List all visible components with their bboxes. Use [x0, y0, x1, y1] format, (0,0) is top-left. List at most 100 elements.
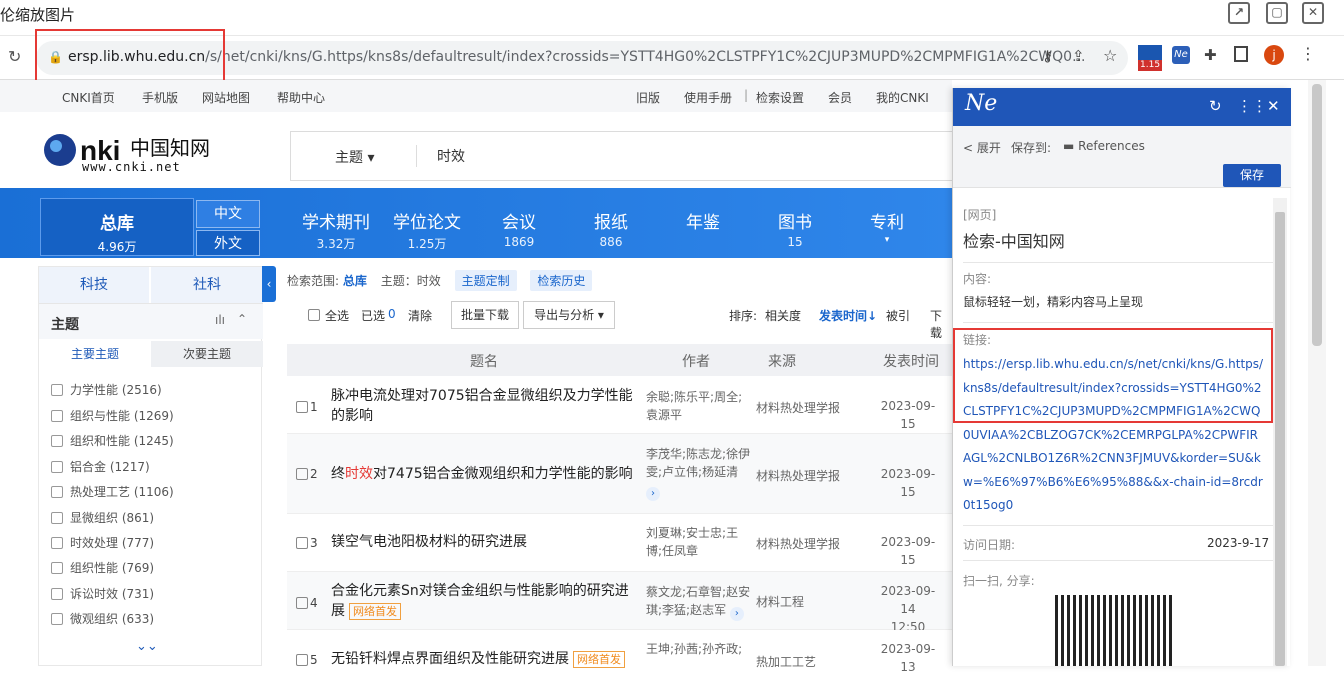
- reload-icon[interactable]: ↻: [8, 47, 21, 66]
- bookmark-star-icon[interactable]: ☆: [1103, 46, 1117, 65]
- link-search-settings[interactable]: 检索设置: [756, 89, 804, 106]
- link-member[interactable]: 会员: [828, 89, 852, 106]
- facet-item[interactable]: 铝合金 (1217): [51, 458, 150, 475]
- item-title[interactable]: 检索-中国知网: [963, 228, 1065, 252]
- save-button[interactable]: 保存: [1223, 164, 1281, 187]
- popout-icon[interactable]: ↗: [1228, 2, 1250, 24]
- tab-science[interactable]: 科技: [39, 267, 151, 303]
- search-field-select[interactable]: 主题 ▾: [335, 147, 374, 167]
- ne-extension-icon[interactable]: Ne: [1172, 46, 1190, 64]
- facet-topic-header[interactable]: 主题 ılı ⌃: [39, 303, 263, 339]
- facet-item[interactable]: 时效处理 (777): [51, 534, 154, 551]
- scope-db[interactable]: 总库: [343, 274, 367, 288]
- expand-link[interactable]: < 展开: [963, 139, 1001, 156]
- row-author[interactable]: 李茂华;陈志龙;徐伊雯;卢立伟;杨延清 ›: [646, 445, 754, 501]
- link-my-cnki[interactable]: 我的CNKI: [876, 89, 929, 106]
- facet-item[interactable]: 力学性能 (2516): [51, 381, 162, 398]
- clear-link[interactable]: 清除: [408, 307, 432, 324]
- facet-item[interactable]: 微观组织 (633): [51, 610, 154, 627]
- folder-select[interactable]: ▬ References: [1063, 139, 1145, 153]
- lang-chinese-button[interactable]: 中文: [196, 200, 260, 228]
- checkbox[interactable]: [51, 410, 63, 422]
- cnki-logo[interactable]: nki 中国知网 www.cnki.net: [42, 132, 232, 176]
- checkbox[interactable]: [51, 461, 63, 473]
- col-date[interactable]: 发表时间: [883, 351, 939, 371]
- nav-newspapers[interactable]: 报纸 886: [566, 208, 656, 249]
- close-window-icon[interactable]: ✕: [1302, 2, 1324, 24]
- export-analysis-button[interactable]: 导出与分析 ▾: [523, 301, 615, 329]
- facet-item[interactable]: 组织与性能 (1269): [51, 407, 174, 424]
- search-history-button[interactable]: 检索历史: [530, 270, 593, 291]
- content-text[interactable]: 鼠标轻轻一划，精彩内容马上呈现: [963, 293, 1143, 310]
- nav-journals[interactable]: 学术期刊 3.32万: [291, 208, 381, 252]
- checkbox[interactable]: [51, 435, 63, 447]
- select-all-label[interactable]: 全选: [325, 307, 349, 324]
- row-author[interactable]: 王坤;孙茜;孙齐政;: [646, 640, 754, 658]
- facet-item[interactable]: 诉讼时效 (731): [51, 585, 154, 602]
- facet-item[interactable]: 组织和性能 (1245): [51, 432, 174, 449]
- profile-avatar[interactable]: j: [1264, 45, 1284, 65]
- checkbox[interactable]: [51, 588, 63, 600]
- facet-item[interactable]: 组织性能 (769): [51, 559, 154, 576]
- row-checkbox[interactable]: [296, 654, 308, 666]
- sidebar-icon[interactable]: [1234, 46, 1248, 62]
- batch-download-button[interactable]: 批量下载: [451, 301, 519, 329]
- sort-date[interactable]: 发表时间↓: [819, 307, 877, 324]
- select-all-checkbox[interactable]: [308, 309, 320, 321]
- row-title[interactable]: 镁空气电池阳极材料的研究进展: [331, 532, 633, 552]
- link-old-version[interactable]: 旧版: [636, 89, 660, 106]
- row-checkbox[interactable]: [296, 468, 308, 480]
- lang-foreign-button[interactable]: 外文: [196, 230, 260, 256]
- chevron-up-icon[interactable]: ⌃: [237, 312, 247, 326]
- collapse-panel-button[interactable]: ‹: [262, 266, 276, 302]
- checkbox[interactable]: [51, 562, 63, 574]
- row-source[interactable]: 材料热处理学报: [756, 467, 840, 484]
- expand-more-icon[interactable]: ⌄⌄: [136, 639, 158, 654]
- more-authors-icon[interactable]: ›: [646, 487, 660, 501]
- row-author[interactable]: 刘夏琳;安士忠;王博;任凤章: [646, 524, 754, 560]
- refresh-icon[interactable]: ↻: [1209, 97, 1222, 115]
- share-icon[interactable]: ⇪: [1072, 47, 1085, 65]
- tab-secondary-topic[interactable]: 次要主题: [151, 341, 263, 367]
- page-scrollbar[interactable]: [1308, 80, 1326, 666]
- row-title[interactable]: 终时效对7475铝合金微观组织和力学性能的影响: [331, 464, 633, 484]
- checkbox[interactable]: [51, 512, 63, 524]
- row-source[interactable]: 材料热处理学报: [756, 535, 840, 552]
- nav-conferences[interactable]: 会议 1869: [474, 208, 564, 249]
- facet-item[interactable]: 热处理工艺 (1106): [51, 483, 174, 500]
- close-icon[interactable]: ✕: [1267, 97, 1280, 115]
- row-source[interactable]: 材料工程: [756, 593, 804, 610]
- search-input[interactable]: 时效: [437, 146, 465, 166]
- chart-icon[interactable]: ılı: [215, 313, 225, 327]
- checkbox[interactable]: [51, 384, 63, 396]
- tab-primary-topic[interactable]: 主要主题: [39, 341, 151, 367]
- row-checkbox[interactable]: [296, 401, 308, 413]
- row-title[interactable]: 合金化元素Sn对镁合金组织与性能影响的研究进展 网络首发: [331, 581, 633, 621]
- link-manual[interactable]: 使用手册: [684, 89, 732, 106]
- nav-books[interactable]: 图书 15: [750, 208, 840, 249]
- nav-patents[interactable]: 专利 ▾: [842, 208, 932, 245]
- row-checkbox[interactable]: [296, 597, 308, 609]
- row-title[interactable]: 无铅钎料焊点界面组织及性能研究进展 网络首发: [331, 649, 651, 669]
- grid-icon[interactable]: ⋮⋮: [1237, 97, 1267, 115]
- more-authors-icon[interactable]: ›: [729, 607, 744, 621]
- link-help[interactable]: 帮助中心: [277, 89, 325, 106]
- topic-custom-button[interactable]: 主题定制: [454, 270, 517, 291]
- sort-download[interactable]: 下载: [930, 307, 952, 341]
- sort-cited[interactable]: 被引: [886, 307, 910, 324]
- checkbox[interactable]: [51, 537, 63, 549]
- link-sitemap[interactable]: 网站地图: [202, 89, 250, 106]
- row-title[interactable]: 脉冲电流处理对7075铝合金显微组织及力学性能的影响: [331, 386, 633, 426]
- row-source[interactable]: 材料热处理学报: [756, 399, 840, 416]
- link-cnki-home[interactable]: CNKI首页: [62, 89, 115, 106]
- nav-yearbooks[interactable]: 年鉴: [658, 208, 748, 235]
- checkbox[interactable]: [51, 613, 63, 625]
- tab-social-science[interactable]: 社科: [151, 267, 263, 303]
- key-icon[interactable]: ⚷: [1042, 47, 1053, 65]
- panel-scrollbar-thumb[interactable]: [1275, 212, 1285, 666]
- facet-item[interactable]: 显微组织 (861): [51, 509, 154, 526]
- page-scrollbar-thumb[interactable]: [1312, 84, 1322, 346]
- puzzle-icon[interactable]: ✚: [1204, 46, 1217, 64]
- menu-dots-icon[interactable]: ⋮: [1300, 44, 1316, 63]
- row-author[interactable]: 余聪;陈乐平;周全;袁源平: [646, 388, 754, 424]
